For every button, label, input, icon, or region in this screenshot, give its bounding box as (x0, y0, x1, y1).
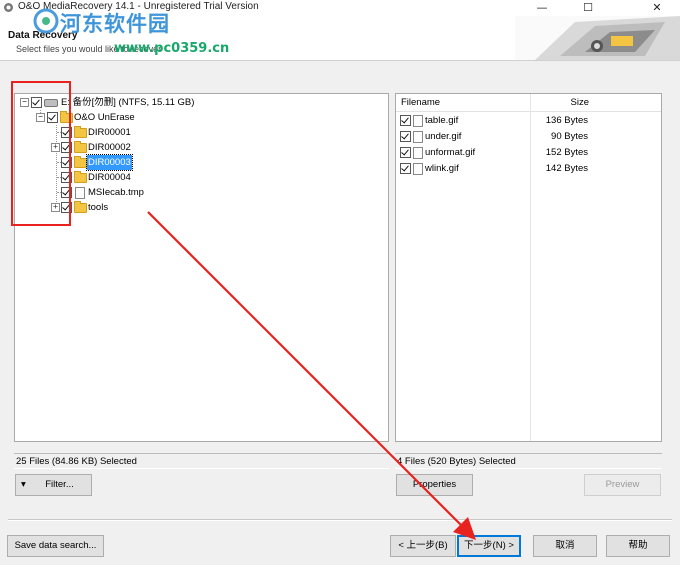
back-button[interactable]: < 上一步(B) (390, 535, 456, 557)
folder-icon (74, 126, 87, 138)
preview-button[interactable]: Preview (584, 474, 661, 496)
folder-icon (74, 141, 87, 153)
watermark-text: 河东软件园 (60, 12, 170, 36)
dropdown-arrow-icon: ▾ (21, 479, 26, 490)
column-header-filename[interactable]: Filename (401, 97, 440, 108)
file-icon (413, 115, 423, 127)
annotation-highlight-box (11, 81, 71, 226)
divider (8, 519, 672, 521)
file-name: table.gif (425, 115, 459, 126)
tree-item-label: DIR00003 (86, 154, 133, 171)
minimize-button[interactable]: — (519, 0, 565, 16)
file-name: wlink.gif (425, 163, 459, 174)
watermark-logo-icon (33, 8, 59, 34)
tree-item-label: MSIecab.tmp (88, 187, 144, 198)
next-button[interactable]: 下一步(N) > (457, 535, 521, 557)
banner-image (515, 16, 680, 60)
list-item[interactable]: under.gif 90 Bytes (396, 128, 661, 144)
tree-status: 25 Files (84.86 KB) Selected (14, 453, 389, 469)
tree-item-label: O&O UnErase (74, 112, 135, 123)
checkbox-checked-icon[interactable] (400, 131, 411, 142)
file-name: under.gif (425, 131, 462, 142)
filter-button[interactable]: ▾ Filter... (15, 474, 92, 496)
cancel-button[interactable]: 取消 (533, 535, 597, 557)
checkbox-checked-icon[interactable] (400, 115, 411, 126)
folder-icon (74, 156, 87, 168)
file-size: 142 Bytes (545, 163, 588, 174)
file-list[interactable]: Filename Size table.gif 136 Bytes under.… (395, 93, 662, 442)
column-header-size[interactable]: Size (571, 97, 589, 108)
tree-item-label: tools (88, 202, 109, 213)
watermark-url: www.pc0359.cn (114, 41, 230, 56)
list-status: 4 Files (520 Bytes) Selected (395, 453, 662, 469)
list-header: Filename Size (396, 94, 661, 112)
file-icon (75, 187, 85, 199)
properties-button[interactable]: Properties (396, 474, 473, 496)
list-item[interactable]: wlink.gif 142 Bytes (396, 160, 661, 176)
file-size: 136 Bytes (545, 115, 588, 126)
tree-item-label: DIR00002 (88, 142, 131, 153)
save-data-search-button[interactable]: Save data search... (7, 535, 104, 557)
file-icon (413, 131, 423, 143)
maximize-button[interactable]: ☐ (565, 0, 611, 16)
drive-illustration-icon (515, 16, 680, 60)
help-button[interactable]: 帮助 (606, 535, 670, 557)
list-item[interactable]: table.gif 136 Bytes (396, 112, 661, 128)
checkbox-checked-icon[interactable] (400, 147, 411, 158)
checkbox-checked-icon[interactable] (400, 163, 411, 174)
close-button[interactable]: ✕ (634, 0, 680, 16)
file-icon (413, 147, 423, 159)
file-size: 152 Bytes (545, 147, 588, 158)
tree-item-label: DIR00004 (88, 172, 131, 183)
file-icon (413, 163, 423, 175)
folder-icon (74, 171, 87, 183)
app-icon (4, 3, 13, 12)
file-name: unformat.gif (425, 147, 476, 158)
tree-item-label: DIR00001 (88, 127, 131, 138)
list-item[interactable]: unformat.gif 152 Bytes (396, 144, 661, 160)
file-size: 90 Bytes (551, 131, 588, 142)
tree-item-label: E: 备份[勿删] (NTFS, 15.11 GB) (61, 97, 195, 108)
filter-button-label: Filter... (45, 479, 74, 490)
folder-icon (74, 201, 87, 213)
